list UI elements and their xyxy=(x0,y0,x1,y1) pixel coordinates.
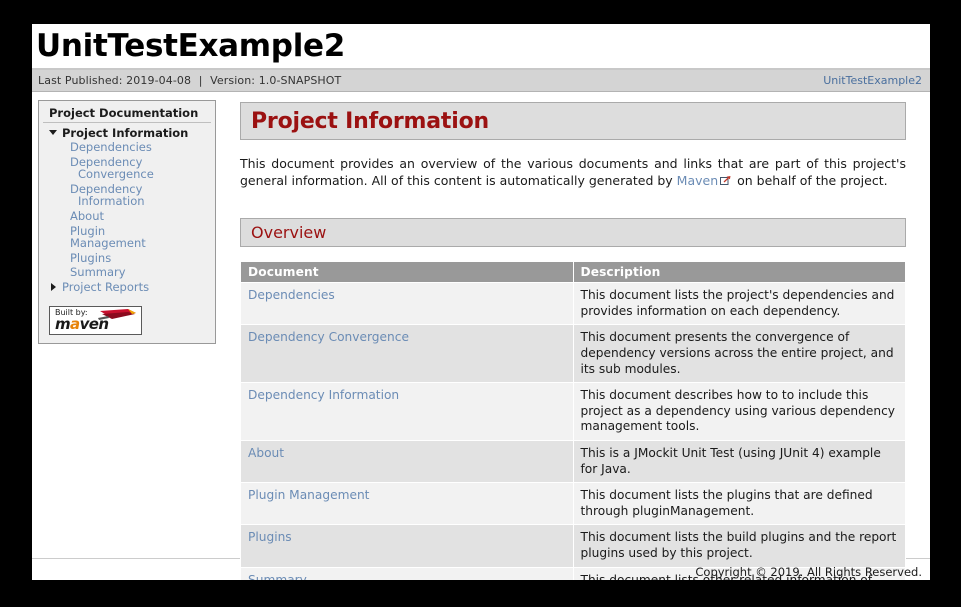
table-cell-document: Plugin Management xyxy=(240,482,574,526)
main-content: Project Information This document provid… xyxy=(216,92,930,580)
sidebar-item-label-line2: Convergence xyxy=(78,167,154,182)
table-row: Dependency Information This document des… xyxy=(240,382,906,441)
intro-text-after: on behalf of the project. xyxy=(733,172,888,188)
table-cell-document: Dependencies xyxy=(240,282,574,326)
sidebar-children-project-information: Dependencies Dependency Convergence Depen… xyxy=(43,140,211,280)
info-separator: | xyxy=(198,74,203,87)
site-title: UnitTestExample2 xyxy=(36,27,346,64)
link-dependencies[interactable]: Dependencies xyxy=(248,288,335,302)
breadcrumb-link-unittestexample2[interactable]: UnitTestExample2 xyxy=(823,74,922,87)
documents-table: Document Description Dependencies This d… xyxy=(240,261,906,580)
sidebar-item-dependency-convergence[interactable]: Dependency Convergence xyxy=(70,155,182,182)
table-cell-document: Dependency Convergence xyxy=(240,324,574,384)
sidebar-item-project-reports[interactable]: Project Reports xyxy=(43,280,211,295)
column-header-document: Document xyxy=(240,261,574,284)
sidebar-item-about[interactable]: About xyxy=(70,209,182,224)
table-cell-description: This document describes how to to includ… xyxy=(572,382,906,441)
link-dependency-convergence[interactable]: Dependency Convergence xyxy=(248,330,409,344)
link-summary[interactable]: Summary xyxy=(248,573,307,581)
version-label: Version: 1.0-SNAPSHOT xyxy=(210,74,342,87)
table-cell-description: This document lists the project's depend… xyxy=(572,282,906,326)
breadcrumb: UnitTestExample2 xyxy=(823,74,922,87)
info-bar: Last Published: 2019-04-08 | Version: 1.… xyxy=(32,70,930,92)
triangle-right-icon xyxy=(51,283,56,292)
table-header-row: Document Description xyxy=(240,261,906,284)
maven-link[interactable]: Maven xyxy=(677,173,718,188)
built-by-maven-badge[interactable]: Built by: maven xyxy=(49,305,142,335)
sidebar-item-project-information[interactable]: Project Information xyxy=(43,125,211,140)
overview-title: Overview xyxy=(251,223,327,243)
triangle-down-icon xyxy=(49,130,57,135)
column-header-description: Description xyxy=(572,261,906,284)
sidebar-item-label-line2: Information xyxy=(78,194,145,209)
page-body: Project Documentation Project Informatio… xyxy=(32,92,930,580)
table-cell-document: About xyxy=(240,439,574,484)
sidebar-item-label: Project Information xyxy=(62,125,189,140)
site-banner: UnitTestExample2 xyxy=(32,24,930,70)
table-body: Dependencies This document lists the pro… xyxy=(240,282,906,581)
external-link-icon xyxy=(720,175,731,185)
sidebar-item-label: Project Reports xyxy=(62,280,150,295)
sidebar-item-dependency-information[interactable]: Dependency Information xyxy=(70,182,182,209)
sidebar-nav: Project Documentation Project Informatio… xyxy=(38,100,216,344)
last-published-label: Last Published: 2019-04-08 xyxy=(38,74,192,87)
sidebar-column: Project Documentation Project Informatio… xyxy=(32,92,216,344)
table-head: Document Description xyxy=(240,261,906,284)
overview-section-banner: Overview xyxy=(240,218,906,248)
table-row: Dependencies This document lists the pro… xyxy=(240,282,906,326)
table-cell-description: This document lists the plugins that are… xyxy=(572,482,906,526)
publish-info: Last Published: 2019-04-08 | Version: 1.… xyxy=(38,74,341,87)
table-row: Plugins This document lists the build pl… xyxy=(240,524,906,568)
sidebar-item-dependencies[interactable]: Dependencies xyxy=(70,140,182,155)
link-plugin-management[interactable]: Plugin Management xyxy=(248,488,369,502)
table-cell-document: Summary xyxy=(240,566,574,581)
sidebar-item-plugin-management[interactable]: Plugin Management xyxy=(70,224,182,251)
table-cell-document: Plugins xyxy=(240,524,574,568)
sidebar-item-summary[interactable]: Summary xyxy=(70,265,182,280)
table-row: Plugin Management This document lists th… xyxy=(240,482,906,526)
link-dependency-information[interactable]: Dependency Information xyxy=(248,388,399,402)
sidebar-item-plugins[interactable]: Plugins xyxy=(70,251,182,266)
copyright-text: Copyright © 2019. All Rights Reserved. xyxy=(695,564,922,579)
table-cell-description: This document presents the convergence o… xyxy=(572,324,906,384)
table-row: About This is a JMockit Unit Test (using… xyxy=(240,439,906,484)
link-plugins[interactable]: Plugins xyxy=(248,530,292,544)
intro-paragraph: This document provides an overview of th… xyxy=(240,156,906,189)
sidebar-section-title: Project Documentation xyxy=(43,106,211,123)
page-frame: UnitTestExample2 Last Published: 2019-04… xyxy=(32,24,930,580)
badge-maven-wordmark: maven xyxy=(55,314,109,333)
table-cell-description: This document lists the build plugins an… xyxy=(572,524,906,568)
table-cell-document: Dependency Information xyxy=(240,382,574,441)
page-title-banner: Project Information xyxy=(240,102,906,140)
page-title: Project Information xyxy=(251,108,489,134)
table-cell-description: This is a JMockit Unit Test (using JUnit… xyxy=(572,439,906,484)
link-about[interactable]: About xyxy=(248,446,284,460)
table-row: Dependency Convergence This document pre… xyxy=(240,324,906,384)
